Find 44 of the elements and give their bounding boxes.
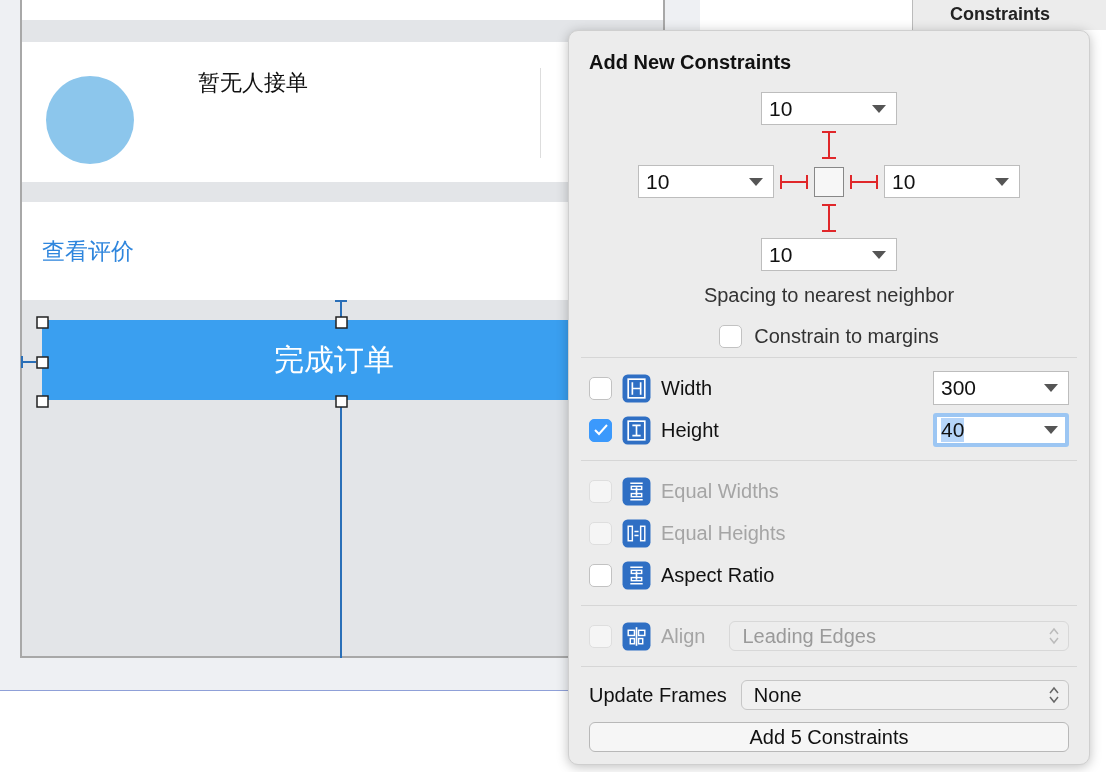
inspector-header: Constraints — [950, 3, 1051, 26]
spacing-field[interactable]: 10 — [638, 165, 774, 198]
checkbox-label: Constrain to margins — [754, 325, 939, 348]
checkmark-icon — [593, 424, 608, 436]
order-status-text: 暂无人接单 — [198, 69, 308, 97]
spacing-caption: Spacing to nearest neighbor — [702, 284, 956, 307]
dropdown-arrow-icon — [749, 177, 763, 186]
dropdown-arrow-icon — [1044, 426, 1058, 434]
stepper-arrows-icon — [1048, 626, 1060, 646]
checkbox[interactable] — [719, 325, 743, 348]
stepper-arrows-icon — [1048, 685, 1060, 705]
spacing-strut-icon — [819, 204, 839, 232]
dropdown-arrow-icon — [872, 250, 886, 259]
size-field[interactable]: 40 — [933, 413, 1069, 447]
size-field[interactable]: 300 — [933, 371, 1069, 405]
spacing-field[interactable]: 10 — [884, 165, 1020, 198]
constraint-label: Height — [661, 418, 720, 442]
constraint-line — [21, 355, 37, 369]
checkbox[interactable] — [589, 563, 612, 587]
constraint-label: Equal Heights — [661, 521, 787, 545]
equal-heights-constraint-icon — [622, 518, 651, 548]
popover-title: Add New Constraints — [589, 51, 793, 74]
spacing-field[interactable]: 10 — [761, 238, 897, 271]
align-constraint-icon — [622, 621, 651, 651]
constraint-label: Equal Widths — [661, 479, 780, 503]
spacing-strut-icon — [819, 131, 839, 159]
dropdown-arrow-icon — [872, 104, 886, 113]
checkbox[interactable] — [589, 418, 612, 442]
view-square-icon — [814, 166, 844, 197]
constraint-label: Width — [661, 376, 714, 400]
height-constraint-icon — [622, 415, 651, 445]
aspect-ratio-constraint-icon — [622, 560, 651, 590]
width-constraint-icon — [622, 373, 651, 403]
constraint-label: Aspect Ratio — [661, 563, 776, 587]
constraint-label: Align — [661, 624, 706, 648]
checkbox[interactable] — [589, 376, 612, 400]
view-reviews-link[interactable]: 查看评价 — [42, 235, 134, 267]
equal-widths-constraint-icon — [622, 476, 651, 506]
update-frames-popup[interactable]: None — [740, 680, 1069, 710]
update-frames-label: Update Frames — [589, 683, 727, 707]
dropdown-arrow-icon — [1044, 384, 1058, 392]
dropdown-arrow-icon — [995, 177, 1009, 186]
add-constraints-button[interactable]: Add 5 Constraints — [589, 722, 1069, 752]
spacing-field[interactable]: 10 — [761, 92, 897, 125]
